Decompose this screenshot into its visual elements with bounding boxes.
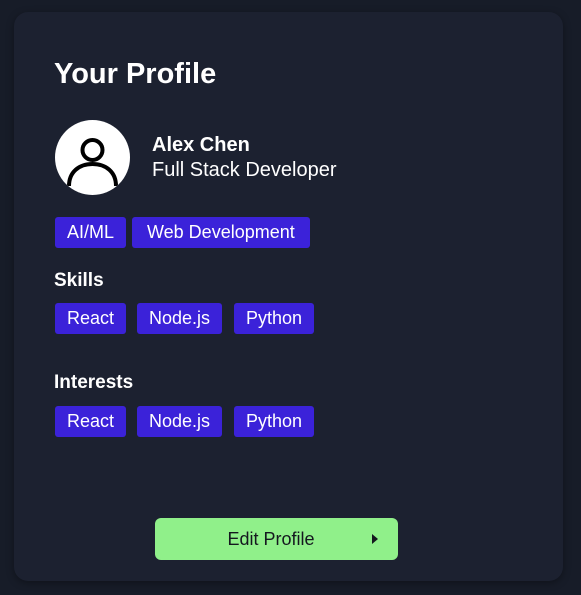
skill-tag: Python [234, 303, 315, 334]
edit-profile-label: Edit Profile [227, 529, 315, 549]
edit-profile-button[interactable]: Edit Profile [155, 518, 398, 560]
interest-tag: Node.js [137, 406, 223, 437]
profile-card: Your Profile Alex Chen Full Stack Develo… [14, 12, 563, 581]
avatar [55, 120, 130, 195]
profile-role: Full Stack Developer [152, 159, 337, 181]
category-tag: AI/ML [55, 217, 127, 248]
caret-right-icon [372, 534, 378, 544]
page-title: Your Profile [54, 58, 217, 90]
skill-tag: Node.js [137, 303, 223, 334]
interests-heading: Interests [54, 372, 134, 393]
interest-tag: React [55, 406, 127, 437]
skills-heading: Skills [54, 270, 104, 291]
interest-tag: Python [234, 406, 315, 437]
skill-tag: React [55, 303, 127, 334]
category-tag: Web Development [132, 217, 310, 248]
profile-name: Alex Chen [152, 134, 250, 156]
user-avatar-icon [67, 138, 118, 187]
